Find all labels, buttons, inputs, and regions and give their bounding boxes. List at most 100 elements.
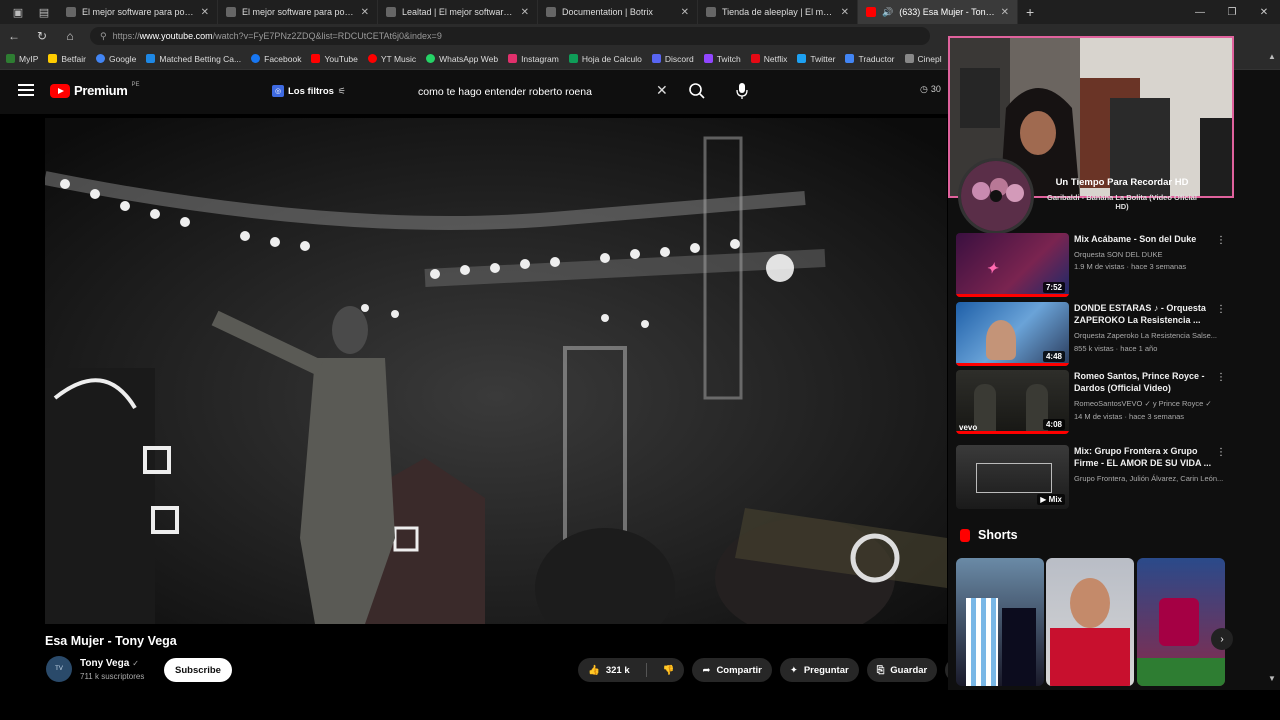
video-player[interactable] bbox=[45, 118, 947, 624]
browser-tab[interactable]: El mejor software para potenciar✕ bbox=[58, 0, 218, 24]
bookmark-item[interactable]: Facebook bbox=[251, 54, 301, 64]
search-icon[interactable] bbox=[688, 82, 706, 100]
bookmark-item[interactable]: Google bbox=[95, 54, 136, 64]
youtube-premium-logo[interactable]: Premium PE bbox=[50, 82, 140, 98]
bookmark-item[interactable]: Twitch bbox=[703, 54, 741, 64]
bookmark-item[interactable]: MyIP bbox=[6, 54, 38, 64]
browser-tab[interactable]: Tienda de aleeplay | El mejor soft✕ bbox=[698, 0, 858, 24]
bookmark-icon bbox=[904, 54, 914, 63]
share-button[interactable]: ➦ Compartir bbox=[692, 658, 772, 682]
channel-avatar[interactable]: TV bbox=[46, 656, 72, 682]
youtube-logo-icon bbox=[50, 83, 70, 98]
reload-icon[interactable]: ↻ bbox=[28, 29, 56, 43]
thumbnail-art bbox=[1070, 578, 1110, 628]
bookmark-icon bbox=[568, 54, 578, 63]
bookmark-icon bbox=[367, 54, 377, 63]
recommendation-item[interactable]: vevo 4:08 Romeo Santos, Prince Royce - D… bbox=[956, 370, 1276, 434]
close-tab-icon[interactable]: ✕ bbox=[201, 7, 209, 18]
new-tab-button[interactable]: + bbox=[1026, 4, 1034, 20]
shorts-icon bbox=[960, 528, 970, 542]
tab-actions-icon[interactable]: ▤ bbox=[36, 4, 52, 20]
recommendation-item[interactable]: ✦ 7:52 Mix Acábame - Son del Duke Orques… bbox=[956, 233, 1276, 297]
ask-button[interactable]: ✦ Preguntar bbox=[779, 658, 859, 682]
browser-tab-active[interactable]: 🔊(633) Esa Mujer - Tony Vega✕ bbox=[858, 0, 1018, 24]
recommendation-title: Romeo Santos, Prince Royce - Dardos (Off… bbox=[1074, 371, 1205, 393]
bookmark-item[interactable]: Traductor bbox=[845, 54, 895, 64]
browser-tab[interactable]: El mejor software para potenciar✕ bbox=[218, 0, 378, 24]
video-thumbnail[interactable]: ✦ 7:52 bbox=[956, 233, 1069, 297]
close-tab-icon[interactable]: ✕ bbox=[841, 7, 849, 18]
bookmark-item[interactable]: Betfair bbox=[48, 54, 86, 64]
duration-badge: 7:52 bbox=[1042, 282, 1065, 293]
filter-extension-icon: ◎ bbox=[272, 85, 284, 97]
thumbs-up-icon: 👍 bbox=[588, 664, 600, 676]
video-thumbnail[interactable]: ▶ Mix bbox=[956, 445, 1069, 509]
subscribe-button[interactable]: Subscribe bbox=[164, 658, 232, 682]
save-button[interactable]: ⎘ Guardar bbox=[866, 658, 938, 682]
bookmark-item[interactable]: Instagram bbox=[508, 54, 559, 64]
short-thumbnail[interactable] bbox=[956, 558, 1044, 686]
chevron-right-icon: › bbox=[1220, 633, 1224, 645]
bookmark-item[interactable]: Netflix bbox=[750, 54, 787, 64]
short-thumbnail[interactable] bbox=[1046, 558, 1134, 686]
bookmark-icon bbox=[251, 54, 261, 63]
video-title: Esa Mujer - Tony Vega bbox=[45, 634, 177, 648]
filters-button[interactable]: ◎ Los filtros ⚟ bbox=[272, 81, 346, 101]
recommendation-stats: 14 M de vistas · hace 3 semanas bbox=[1074, 412, 1185, 421]
taskbar-area bbox=[0, 690, 1280, 720]
bookmark-item[interactable]: YT Music bbox=[367, 54, 416, 64]
bookmark-item[interactable]: Matched Betting Ca... bbox=[146, 54, 241, 64]
bookmark-item[interactable]: Hoja de Calculo bbox=[568, 54, 642, 64]
youtube-favicon-icon bbox=[866, 7, 876, 17]
dislike-button[interactable]: 👎 bbox=[653, 658, 685, 682]
favicon-icon bbox=[546, 7, 556, 17]
home-icon[interactable]: ⌂ bbox=[56, 29, 84, 43]
shorts-shelf-header: Shorts bbox=[960, 528, 1018, 542]
recommendation-item[interactable]: ▶ Mix Mix: Grupo Frontera x Grupo Firme … bbox=[956, 445, 1276, 509]
bookmark-item[interactable]: Twitter bbox=[797, 54, 835, 64]
shorts-next-button[interactable]: › bbox=[1211, 628, 1233, 650]
clear-search-icon[interactable]: ✕ bbox=[656, 82, 668, 99]
bookmark-item[interactable]: WhatsApp Web bbox=[426, 54, 498, 64]
close-tab-icon[interactable]: ✕ bbox=[361, 7, 369, 18]
site-info-icon[interactable]: ⚲ bbox=[100, 31, 107, 42]
recommendation-channel: Orquesta Zaperoko La Resistencia Salse..… bbox=[1074, 331, 1217, 340]
more-vert-icon[interactable]: ⋮ bbox=[1216, 304, 1226, 315]
workspaces-icon[interactable]: ▣ bbox=[10, 4, 26, 20]
close-tab-icon[interactable]: ✕ bbox=[681, 7, 689, 18]
recommendation-item[interactable]: 4:48 DONDE ESTARAS ♪ - Orquesta ZAPEROKO… bbox=[956, 302, 1276, 366]
browser-tab[interactable]: Documentation | Botrix ✕ bbox=[538, 0, 698, 24]
close-tab-icon[interactable]: ✕ bbox=[1001, 7, 1009, 18]
scroll-up-arrow-icon[interactable]: ▲ bbox=[1268, 52, 1276, 61]
address-bar[interactable]: ⚲ https://www.youtube.com/watch?v=FyE7PN… bbox=[90, 27, 930, 45]
timer-indicator: ◷ 30 bbox=[920, 84, 941, 94]
bookmark-item[interactable]: YouTube bbox=[311, 54, 358, 64]
browser-tab[interactable]: Lealtad | El mejor software para p✕ bbox=[378, 0, 538, 24]
search-input[interactable]: como te hago entender roberto roena bbox=[408, 78, 684, 106]
more-vert-icon[interactable]: ⋮ bbox=[1216, 372, 1226, 383]
maximize-icon[interactable]: ❐ bbox=[1216, 7, 1248, 18]
speaker-icon[interactable]: 🔊 bbox=[882, 7, 893, 18]
close-tab-icon[interactable]: ✕ bbox=[521, 7, 529, 18]
back-icon[interactable]: ← bbox=[0, 29, 28, 43]
short-thumbnail[interactable] bbox=[1137, 558, 1225, 686]
more-vert-icon[interactable]: ⋮ bbox=[1216, 235, 1226, 246]
hamburger-menu-icon[interactable] bbox=[18, 84, 34, 96]
bookmark-item[interactable]: Cinepl bbox=[904, 54, 942, 64]
minimize-icon[interactable]: — bbox=[1184, 7, 1216, 18]
close-window-icon[interactable]: ✕ bbox=[1248, 7, 1280, 18]
thumbnail-art bbox=[1050, 628, 1130, 686]
url-text: https://www.youtube.com/watch?v=FyE7PNz2… bbox=[112, 31, 442, 41]
like-button[interactable]: 👍 321 k bbox=[578, 658, 640, 682]
video-thumbnail[interactable]: vevo 4:08 bbox=[956, 370, 1069, 434]
channel-name-link[interactable]: Tony Vega ✓ bbox=[80, 658, 139, 669]
thumbnail-art bbox=[1137, 658, 1225, 686]
bookmark-icon bbox=[48, 54, 58, 63]
video-thumbnail[interactable]: 4:48 bbox=[956, 302, 1069, 366]
scroll-down-arrow-icon[interactable]: ▼ bbox=[1268, 674, 1276, 683]
bookmark-item[interactable]: Discord bbox=[651, 54, 694, 64]
microphone-icon[interactable] bbox=[736, 82, 748, 100]
favicon-icon bbox=[386, 7, 396, 17]
more-vert-icon[interactable]: ⋮ bbox=[1216, 447, 1226, 458]
favicon-icon bbox=[226, 7, 236, 17]
